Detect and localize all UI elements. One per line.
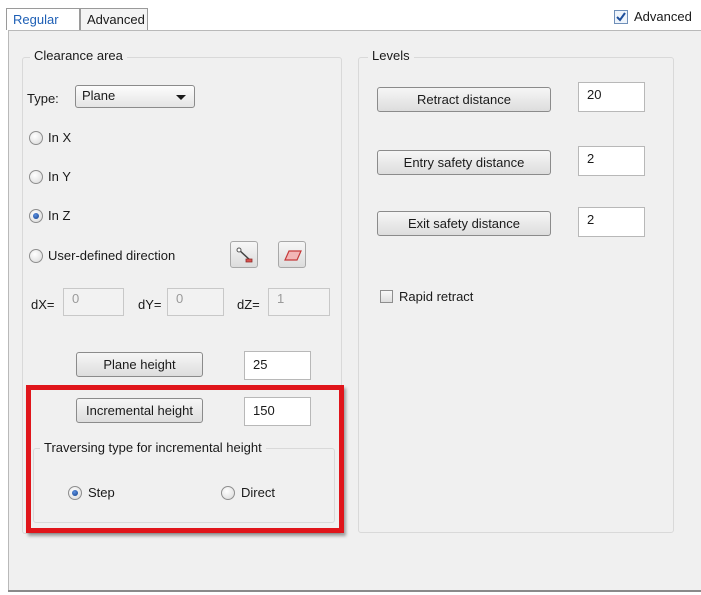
radio-user-defined-label: User-defined direction <box>48 248 176 263</box>
type-dropdown-value: Plane <box>82 88 116 103</box>
advanced-checkbox-label: Advanced <box>634 9 692 24</box>
dy-field[interactable]: 0 <box>167 288 224 316</box>
bottom-border <box>8 590 701 592</box>
tab-regular[interactable]: Regular <box>6 8 80 30</box>
retract-distance-field[interactable]: 20 <box>578 82 645 112</box>
dz-label: dZ= <box>237 297 260 312</box>
pick-plane-button[interactable] <box>278 241 306 268</box>
rapid-retract-checkbox[interactable] <box>380 290 393 303</box>
checkmark-icon <box>616 12 626 22</box>
levels-title: Levels <box>368 48 414 63</box>
pick-line-icon <box>236 247 253 263</box>
tab-advanced[interactable]: Advanced <box>80 8 148 30</box>
dx-field[interactable]: 0 <box>63 288 124 316</box>
radio-in-z-label: In Z <box>48 208 71 223</box>
entry-safety-distance-button[interactable]: Entry safety distance <box>377 150 551 175</box>
exit-safety-distance-button[interactable]: Exit safety distance <box>377 211 551 236</box>
rapid-retract-label: Rapid retract <box>399 289 474 304</box>
dx-label: dX= <box>31 297 55 312</box>
entry-safety-distance-field[interactable]: 2 <box>578 146 645 176</box>
radio-in-x[interactable] <box>29 131 43 145</box>
plane-icon <box>284 250 302 261</box>
clearance-area-title: Clearance area <box>30 48 127 63</box>
dz-field[interactable]: 1 <box>268 288 330 316</box>
chevron-down-icon <box>176 95 186 100</box>
type-label: Type: <box>27 91 59 106</box>
radio-in-z[interactable] <box>29 209 43 223</box>
exit-safety-distance-field[interactable]: 2 <box>578 207 645 237</box>
advanced-checkbox[interactable] <box>614 10 628 24</box>
plane-height-button[interactable]: Plane height <box>76 352 203 377</box>
retract-distance-button[interactable]: Retract distance <box>377 87 551 112</box>
dy-label: dY= <box>138 297 162 312</box>
radio-in-x-label: In X <box>48 130 72 145</box>
plane-height-field[interactable]: 25 <box>244 351 311 380</box>
radio-in-y[interactable] <box>29 170 43 184</box>
type-dropdown[interactable]: Plane <box>75 85 195 108</box>
pick-direction-button[interactable] <box>230 241 258 268</box>
highlight-box <box>26 385 344 533</box>
radio-user-defined[interactable] <box>29 249 43 263</box>
radio-in-y-label: In Y <box>48 169 71 184</box>
